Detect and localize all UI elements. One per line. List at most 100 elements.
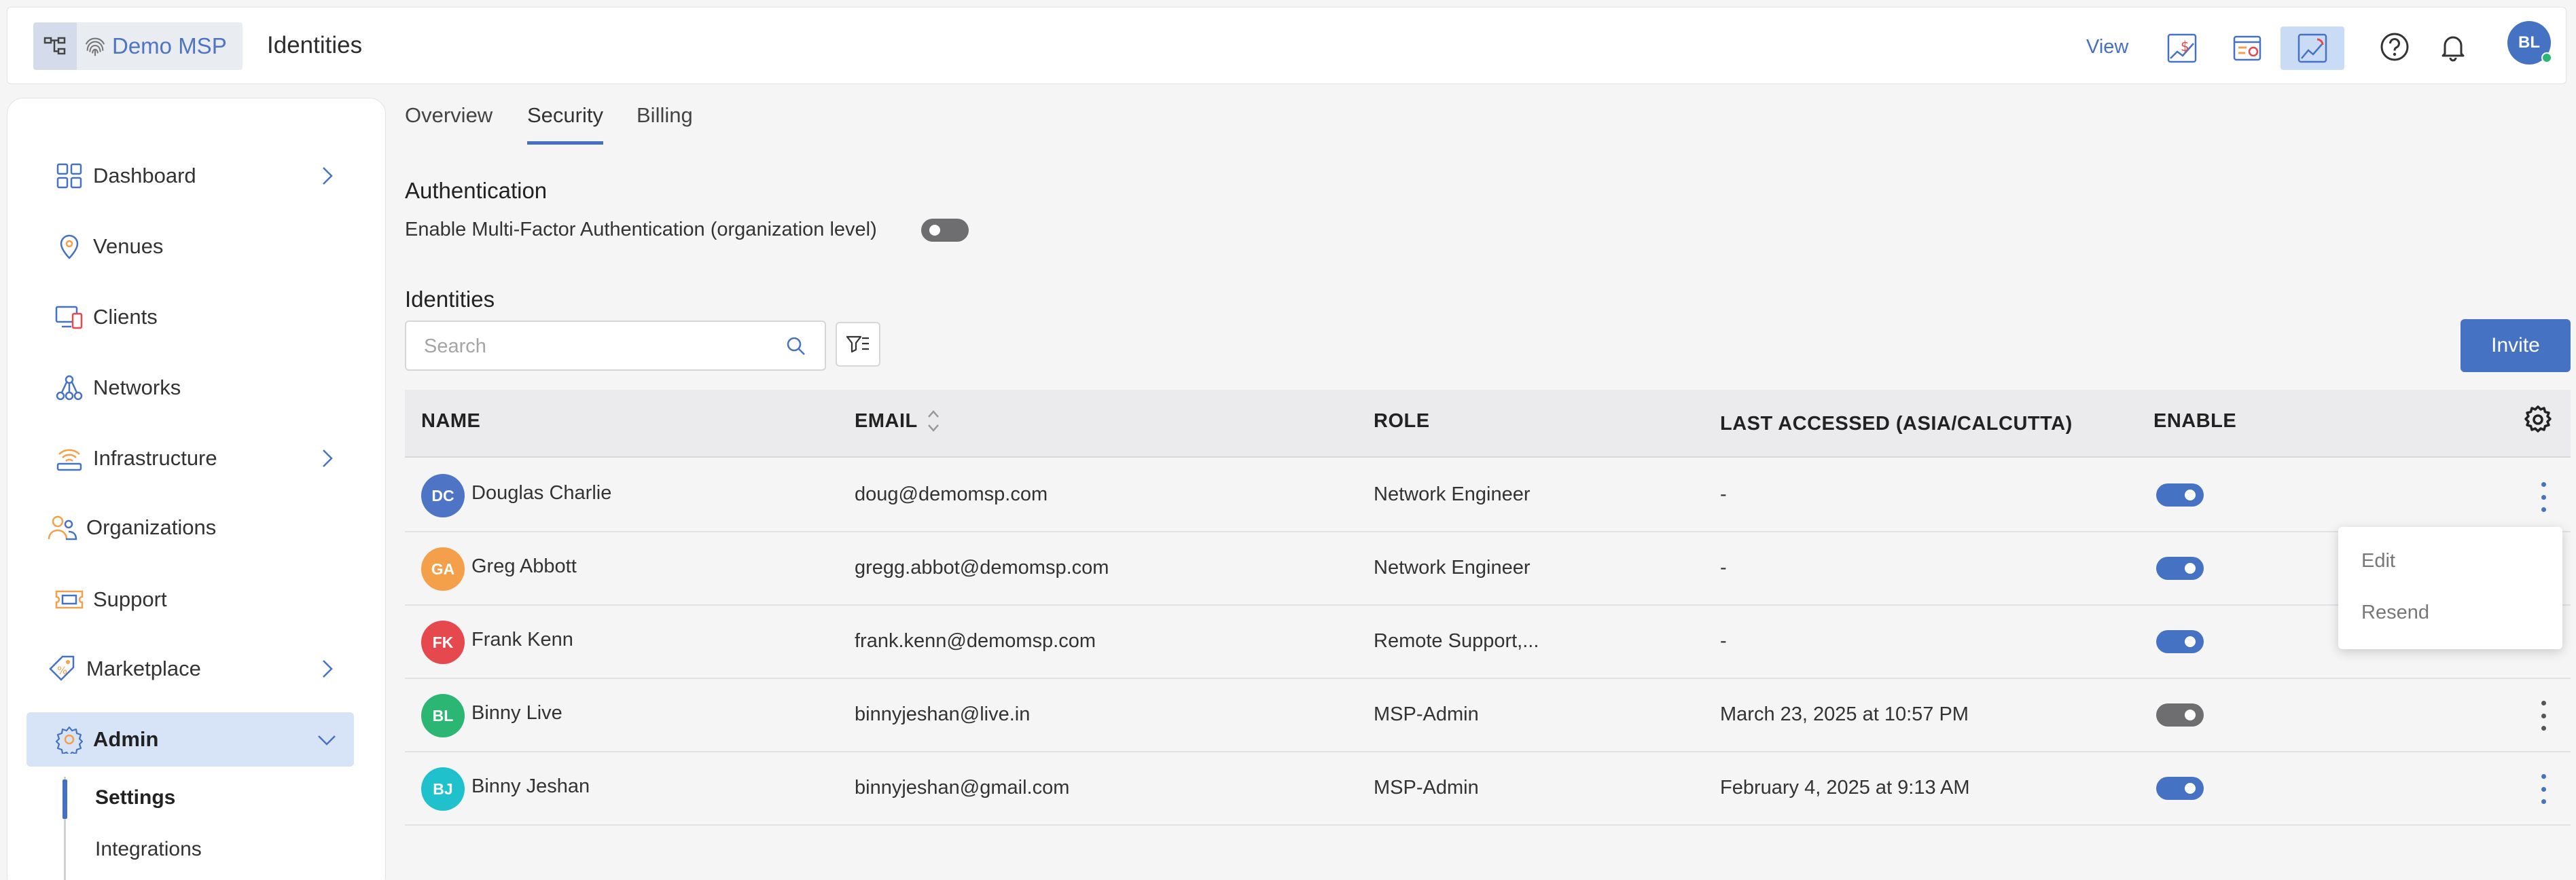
column-header-name[interactable]: NAME — [421, 410, 480, 433]
table-row[interactable]: BJ Binny Jeshan binnyjeshan@gmail.com MS… — [405, 752, 2571, 826]
org-switcher[interactable]: Demo MSP — [33, 22, 243, 70]
fingerprint-logo-icon — [85, 37, 105, 56]
tab-billing[interactable]: Billing — [637, 103, 693, 128]
identity-name: Binny Live — [471, 702, 562, 724]
filter-icon — [846, 335, 869, 353]
active-tab-indicator — [527, 141, 603, 145]
brand-name: Demo MSP — [112, 33, 227, 58]
chevron-right-icon[interactable] — [315, 446, 339, 471]
enable-toggle[interactable] — [2156, 483, 2204, 507]
column-settings-gear-icon[interactable] — [2523, 405, 2553, 435]
sidebar-item-label: Venues — [93, 234, 164, 258]
table-row[interactable]: FK Frank Kenn frank.kenn@demomsp.com Rem… — [405, 606, 2571, 679]
avatar: BL — [421, 694, 465, 737]
column-header-role[interactable]: ROLE — [1374, 410, 1430, 433]
sidebar-item-label: Admin — [93, 727, 159, 751]
tab-overview[interactable]: Overview — [405, 103, 493, 128]
enable-toggle[interactable] — [2156, 777, 2204, 800]
report-view-button[interactable] — [2215, 26, 2279, 70]
help-icon[interactable] — [2380, 32, 2410, 62]
column-header-email[interactable]: EMAIL — [855, 410, 918, 433]
view-label: View — [2086, 36, 2129, 58]
avatar: DC — [421, 474, 465, 517]
tab-security[interactable]: Security — [527, 103, 603, 128]
row-menu-icon[interactable] — [2537, 701, 2550, 731]
identity-email: binnyjeshan@gmail.com — [855, 777, 1070, 799]
sidebar-item-label: Clients — [93, 305, 158, 329]
identity-name: Frank Kenn — [471, 629, 573, 650]
identity-email: gregg.abbot@demomsp.com — [855, 557, 1109, 579]
invite-button[interactable]: Invite — [2461, 319, 2571, 372]
table-row[interactable]: DC Douglas Charlie doug@demomsp.com Netw… — [405, 459, 2571, 532]
search-icon[interactable] — [785, 335, 807, 357]
avatar: BJ — [421, 767, 465, 811]
page-title: Identities — [267, 32, 363, 58]
sidebar-item-organizations[interactable]: Organizations — [26, 500, 354, 555]
toggle-knob — [2185, 490, 2196, 500]
sidebar-item-support[interactable]: Support — [26, 572, 354, 627]
enable-toggle[interactable] — [2156, 557, 2204, 580]
app-root: Demo MSP Identities View $ BL Dashboard … — [0, 0, 2576, 880]
submenu-active-indicator — [62, 780, 67, 819]
avatar: FK — [421, 621, 465, 664]
dashboard-icon — [54, 160, 85, 191]
sidebar-item-clients[interactable]: Clients — [26, 290, 354, 344]
sidebar-item-infrastructure[interactable]: Infrastructure — [26, 431, 354, 485]
sidebar-item-marketplace[interactable]: % Marketplace — [26, 642, 354, 696]
bell-icon[interactable] — [2438, 32, 2468, 62]
location-pin-icon — [54, 231, 85, 262]
sidebar-item-admin[interactable]: Admin — [26, 712, 354, 767]
identity-email: frank.kenn@demomsp.com — [855, 630, 1096, 652]
sidebar-item-networks[interactable]: Networks — [26, 361, 354, 415]
admin-gear-icon — [54, 724, 85, 755]
column-header-enable[interactable]: ENABLE — [2153, 410, 2236, 433]
identity-role: Network Engineer — [1374, 557, 1531, 579]
row-context-menu: Edit Resend — [2338, 527, 2562, 649]
table-header: NAME EMAIL ROLE LAST ACCESSED (ASIA/CALC… — [405, 390, 2571, 458]
chevron-right-icon[interactable] — [315, 657, 339, 681]
sidebar-subitem-integrations[interactable]: Integrations — [95, 838, 202, 861]
identity-name: Binny Jeshan — [471, 775, 590, 797]
row-menu-icon[interactable] — [2537, 774, 2550, 804]
chart-view-button[interactable] — [2280, 26, 2344, 70]
table-row[interactable]: BL Binny Live binnyjeshan@live.in MSP-Ad… — [405, 679, 2571, 752]
svg-text:%: % — [57, 664, 67, 677]
tag-icon: % — [47, 653, 78, 684]
identity-role: MSP-Admin — [1374, 703, 1479, 725]
avatar-initials: FK — [432, 633, 454, 651]
sidebar-item-dashboard[interactable]: Dashboard — [26, 149, 354, 203]
identity-last-accessed: March 23, 2025 at 10:57 PM — [1720, 703, 1969, 725]
identity-role: Remote Support,... — [1374, 630, 1539, 652]
search-input[interactable] — [424, 333, 777, 360]
column-header-last-accessed[interactable]: LAST ACCESSED (ASIA/CALCUTTA) — [1720, 413, 2073, 435]
sort-icon[interactable] — [925, 406, 942, 436]
enable-toggle[interactable] — [2156, 703, 2204, 727]
top-header: Demo MSP Identities View $ BL — [7, 7, 2566, 84]
toggle-knob — [2185, 636, 2196, 647]
hierarchy-icon[interactable] — [33, 22, 77, 70]
enable-toggle[interactable] — [2156, 630, 2204, 653]
sidebar-subitem-settings[interactable]: Settings — [95, 786, 175, 809]
identity-name: Douglas Charlie — [471, 482, 612, 504]
chevron-right-icon[interactable] — [315, 164, 339, 188]
toggle-knob — [2185, 563, 2196, 574]
sidebar-item-label: Organizations — [86, 515, 217, 539]
identities-heading: Identities — [405, 287, 495, 312]
table-row[interactable]: GA Greg Abbott gregg.abbot@demomsp.com N… — [405, 532, 2571, 606]
sidebar-item-venues[interactable]: Venues — [26, 219, 354, 274]
menu-item-edit[interactable]: Edit — [2361, 550, 2395, 572]
sidebar-item-label: Support — [93, 587, 167, 611]
toggle-knob — [2185, 710, 2196, 720]
billing-view-button[interactable]: $ — [2150, 26, 2214, 70]
identity-last-accessed: - — [1720, 557, 1727, 579]
identity-email: doug@demomsp.com — [855, 483, 1048, 505]
chevron-down-icon[interactable] — [315, 727, 339, 752]
user-avatar[interactable]: BL — [2507, 21, 2552, 65]
identity-email: binnyjeshan@live.in — [855, 703, 1031, 725]
menu-item-resend[interactable]: Resend — [2361, 602, 2429, 624]
mfa-toggle[interactable] — [921, 219, 969, 242]
user-avatar-initials: BL — [2518, 33, 2540, 52]
sidebar: Dashboard Venues Clients Networks Infras… — [7, 98, 386, 880]
filter-button[interactable] — [836, 322, 880, 367]
row-menu-icon[interactable] — [2537, 482, 2550, 512]
